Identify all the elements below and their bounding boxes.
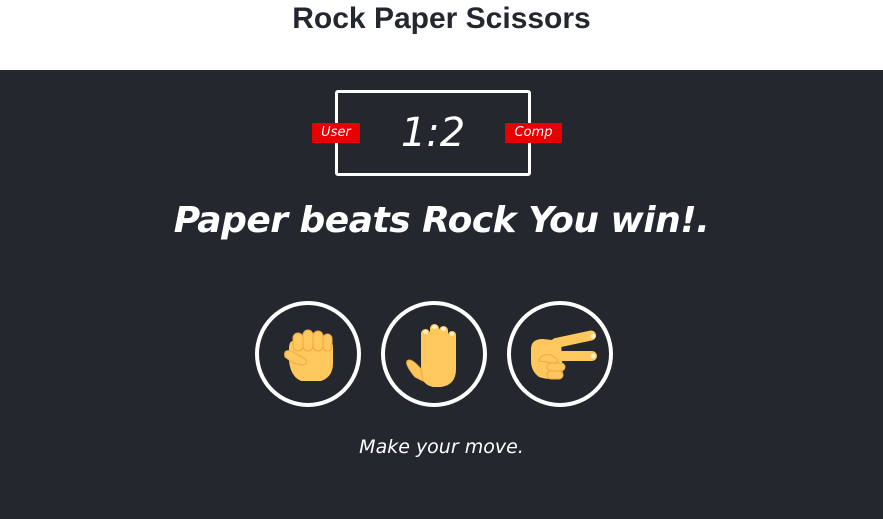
result-message: Paper beats Rock You win!. — [173, 200, 710, 241]
page-title: Rock Paper Scissors — [292, 2, 591, 35]
rock-choice-button[interactable] — [255, 301, 361, 407]
header: Rock Paper Scissors — [0, 0, 883, 70]
victory-hand-icon — [531, 330, 597, 380]
user-label-badge: User — [312, 123, 360, 143]
raised-hand-icon — [406, 324, 456, 387]
move-prompt: Make your move. — [359, 436, 524, 458]
raised-fist-icon — [284, 329, 333, 381]
paper-choice-button[interactable] — [381, 301, 487, 407]
comp-label-badge: Comp — [505, 123, 562, 143]
score-display: 1:2 — [400, 110, 466, 156]
scissors-choice-button[interactable] — [507, 301, 613, 407]
scoreboard: 1:2 — [335, 90, 531, 176]
game-area: 1:2 User Comp Paper beats Rock You win!. — [0, 70, 883, 519]
